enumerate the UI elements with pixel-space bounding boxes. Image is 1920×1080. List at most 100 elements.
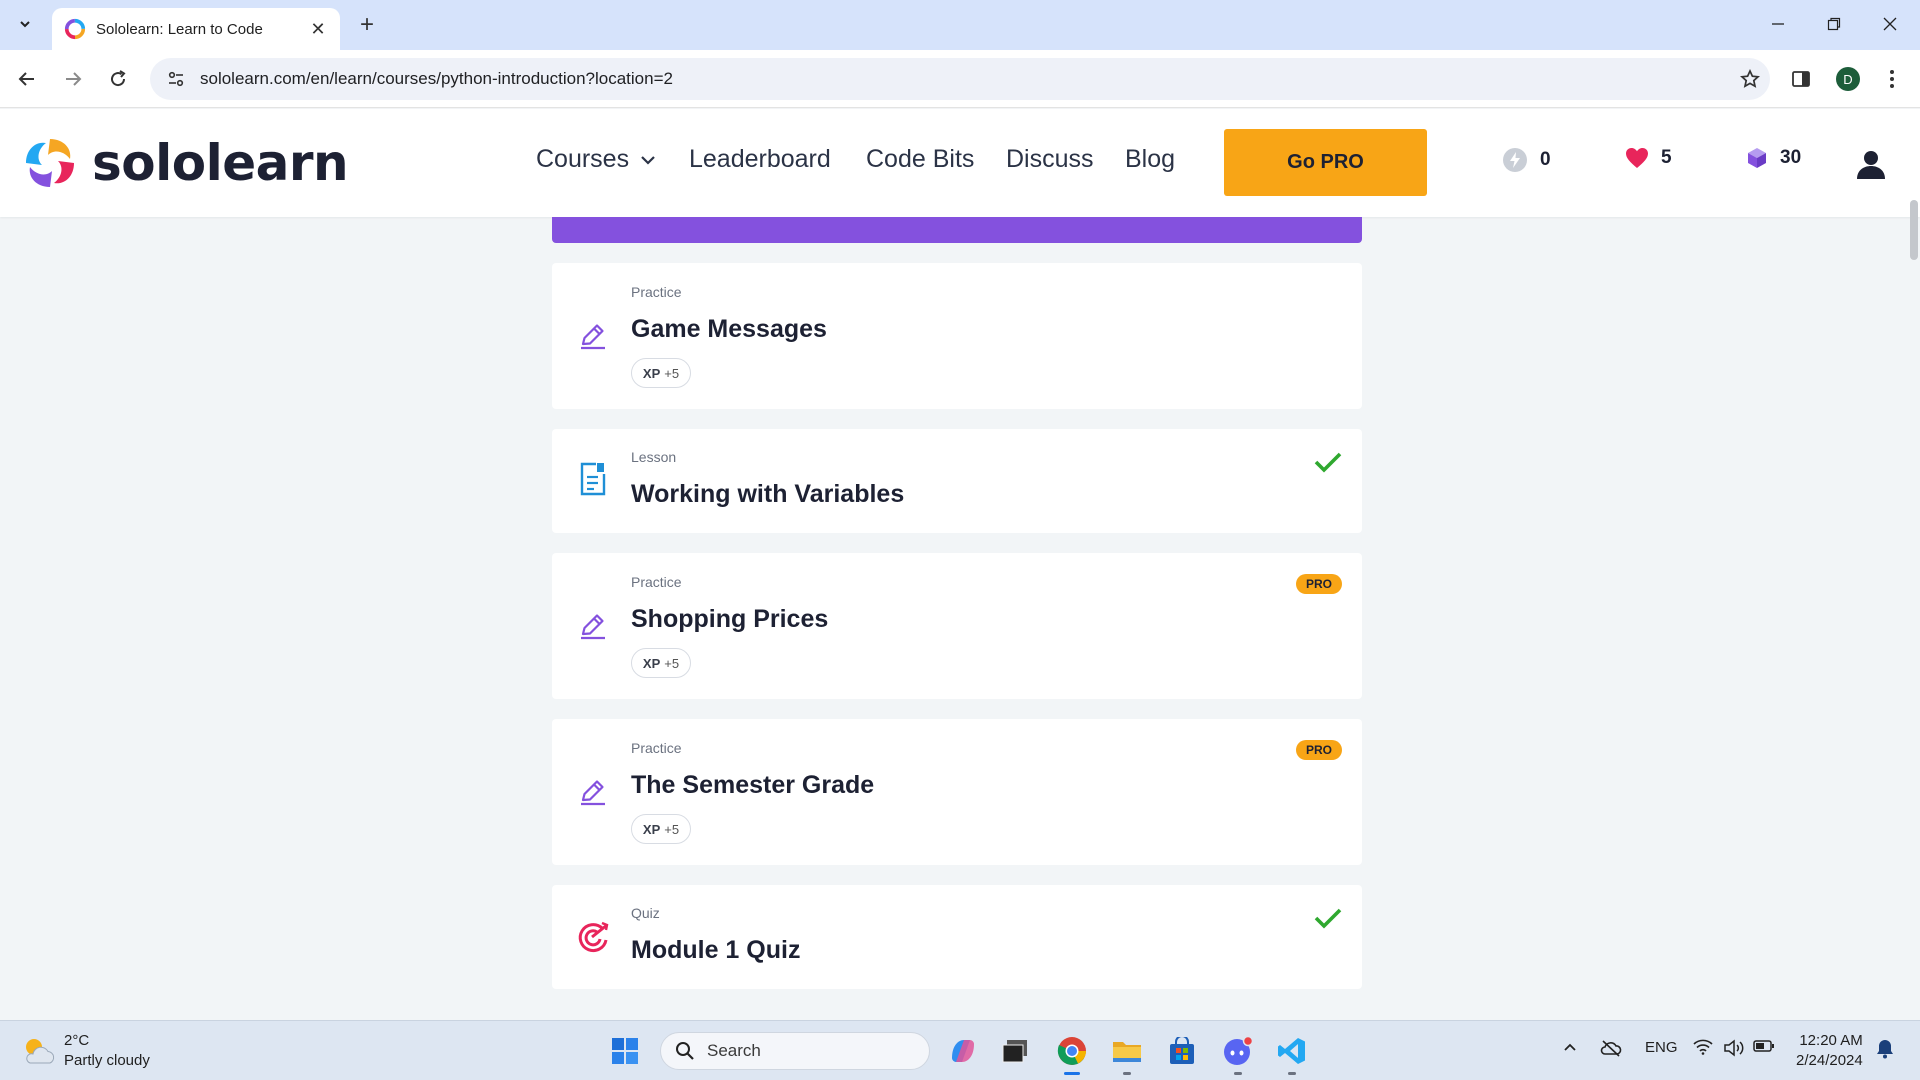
battery-tray[interactable]: [1753, 1039, 1775, 1053]
nav-courses[interactable]: Courses: [536, 145, 657, 174]
card-title: Game Messages: [631, 315, 827, 343]
side-panel-icon: [1792, 71, 1810, 87]
url-text[interactable]: sololearn.com/en/learn/courses/python-in…: [200, 69, 1730, 89]
tab-close-icon[interactable]: ✕: [308, 19, 328, 40]
active-app-indicator: [1064, 1072, 1080, 1075]
taskbar-store[interactable]: [1162, 1031, 1202, 1071]
taskbar-clock[interactable]: 12:20 AM 2/24/2024: [1796, 1031, 1863, 1071]
gems-counter[interactable]: 30: [1746, 147, 1801, 169]
nav-leaderboard[interactable]: Leaderboard: [689, 145, 831, 174]
xp-value: +5: [664, 655, 680, 671]
streak-counter[interactable]: 0: [1502, 147, 1551, 173]
windows-taskbar: 2°C Partly cloudy Search ENG 12:20 AM 2/…: [0, 1020, 1920, 1080]
lesson-card-working-with-variables[interactable]: Lesson Working with Variables: [552, 429, 1362, 533]
user-profile-button[interactable]: [1856, 149, 1886, 184]
profile-button[interactable]: D: [1833, 64, 1863, 94]
pencil-icon: [576, 319, 610, 353]
browser-menu-button[interactable]: [1877, 64, 1907, 94]
taskbar-discord[interactable]: [1218, 1031, 1258, 1075]
sololearn-logo[interactable]: sololearn: [20, 133, 349, 193]
page-scrollbar[interactable]: [1910, 200, 1918, 260]
xp-badge: XP +5: [631, 648, 691, 678]
copilot-icon: [952, 1040, 974, 1062]
tab-search-button[interactable]: [12, 11, 38, 37]
lesson-card-semester-grade[interactable]: Practice The Semester Grade XP +5 PRO: [552, 719, 1362, 865]
weather-temp: 2°C: [64, 1032, 90, 1049]
folder-icon: [1113, 1042, 1141, 1062]
card-title: Working with Variables: [631, 480, 905, 508]
nav-courses-label: Courses: [536, 145, 630, 173]
lesson-card-game-messages[interactable]: Practice Game Messages XP +5: [552, 263, 1362, 409]
nav-discuss[interactable]: Discuss: [1006, 145, 1094, 174]
taskbar-task-view[interactable]: [995, 1031, 1035, 1071]
sololearn-favicon-icon: [64, 18, 86, 40]
vscode-icon: [1278, 1038, 1305, 1064]
lesson-card-module-1-quiz[interactable]: Quiz Module 1 Quiz: [552, 885, 1362, 989]
card-type: Quiz: [631, 905, 660, 921]
search-label: Search: [707, 1041, 761, 1060]
browser-tab-bar: Sololearn: Learn to Code ✕ +: [0, 0, 1920, 50]
taskbar-chrome[interactable]: [1052, 1031, 1092, 1075]
card-title: The Semester Grade: [631, 771, 875, 799]
xp-label: XP: [642, 821, 661, 837]
heart-icon: [1626, 148, 1648, 168]
notifications-button[interactable]: [1876, 1039, 1894, 1059]
arrow-left-icon: [18, 72, 34, 86]
taskbar-copilot[interactable]: [943, 1031, 983, 1071]
avatar: D: [1836, 67, 1860, 91]
minimize-button[interactable]: [1758, 8, 1798, 40]
restore-button[interactable]: [1814, 8, 1854, 40]
search-icon: [676, 1042, 694, 1060]
close-window-button[interactable]: [1870, 8, 1910, 40]
network-tray[interactable]: [1693, 1039, 1713, 1055]
store-icon: [1170, 1037, 1194, 1064]
bell-icon: [1877, 1040, 1893, 1059]
xp-value: +5: [664, 365, 680, 381]
bookmark-star-icon[interactable]: [1730, 69, 1770, 89]
weather-widget[interactable]: 2°C Partly cloudy: [20, 1031, 150, 1071]
xp-badge: XP +5: [631, 358, 691, 388]
module-header-bar: [552, 217, 1362, 243]
pro-badge: PRO: [1296, 574, 1342, 594]
site-header: sololearn Courses Leaderboard Code Bits …: [0, 109, 1920, 217]
card-type: Practice: [631, 740, 682, 756]
kebab-menu-icon: [1890, 70, 1894, 88]
gems-count: 30: [1780, 147, 1802, 168]
taskbar-vscode[interactable]: [1272, 1031, 1312, 1075]
xp-value: +5: [664, 821, 680, 837]
task-view-icon: [1002, 1040, 1027, 1063]
streak-count: 0: [1540, 149, 1551, 170]
card-type: Lesson: [631, 449, 677, 465]
cloud-off-icon: [1600, 1040, 1622, 1057]
xp-label: XP: [642, 365, 661, 381]
nav-blog[interactable]: Blog: [1125, 145, 1175, 174]
onedrive-tray[interactable]: [1600, 1039, 1622, 1057]
gem-cube-icon: [1748, 148, 1766, 168]
hearts-counter[interactable]: 5: [1625, 147, 1672, 169]
pro-badge: PRO: [1296, 740, 1342, 760]
side-panel-button[interactable]: [1786, 64, 1816, 94]
start-button[interactable]: [605, 1031, 645, 1071]
address-bar[interactable]: sololearn.com/en/learn/courses/python-in…: [150, 58, 1770, 100]
browser-tab-active[interactable]: Sololearn: Learn to Code ✕: [52, 8, 340, 50]
new-tab-button[interactable]: +: [352, 10, 382, 40]
open-app-indicator: [1234, 1072, 1242, 1075]
chevron-down-icon: [641, 155, 655, 165]
back-button[interactable]: [12, 64, 42, 94]
minimize-icon: [1772, 23, 1784, 25]
windows-icon: [612, 1038, 638, 1064]
forward-button[interactable]: [58, 64, 88, 94]
go-pro-button[interactable]: Go PRO: [1224, 129, 1427, 196]
taskbar-search[interactable]: Search: [660, 1032, 930, 1070]
site-info-icon[interactable]: [158, 70, 194, 88]
volume-tray[interactable]: [1723, 1039, 1745, 1057]
lesson-icon: [576, 462, 610, 496]
speaker-icon: [1724, 1039, 1744, 1057]
show-hidden-icons[interactable]: [1562, 1039, 1578, 1055]
reload-button[interactable]: [103, 64, 133, 94]
wifi-icon: [1693, 1039, 1713, 1055]
language-indicator[interactable]: ENG: [1645, 1039, 1678, 1056]
nav-code-bits[interactable]: Code Bits: [866, 145, 974, 174]
lesson-card-shopping-prices[interactable]: Practice Shopping Prices XP +5 PRO: [552, 553, 1362, 699]
taskbar-file-explorer[interactable]: [1107, 1031, 1147, 1075]
